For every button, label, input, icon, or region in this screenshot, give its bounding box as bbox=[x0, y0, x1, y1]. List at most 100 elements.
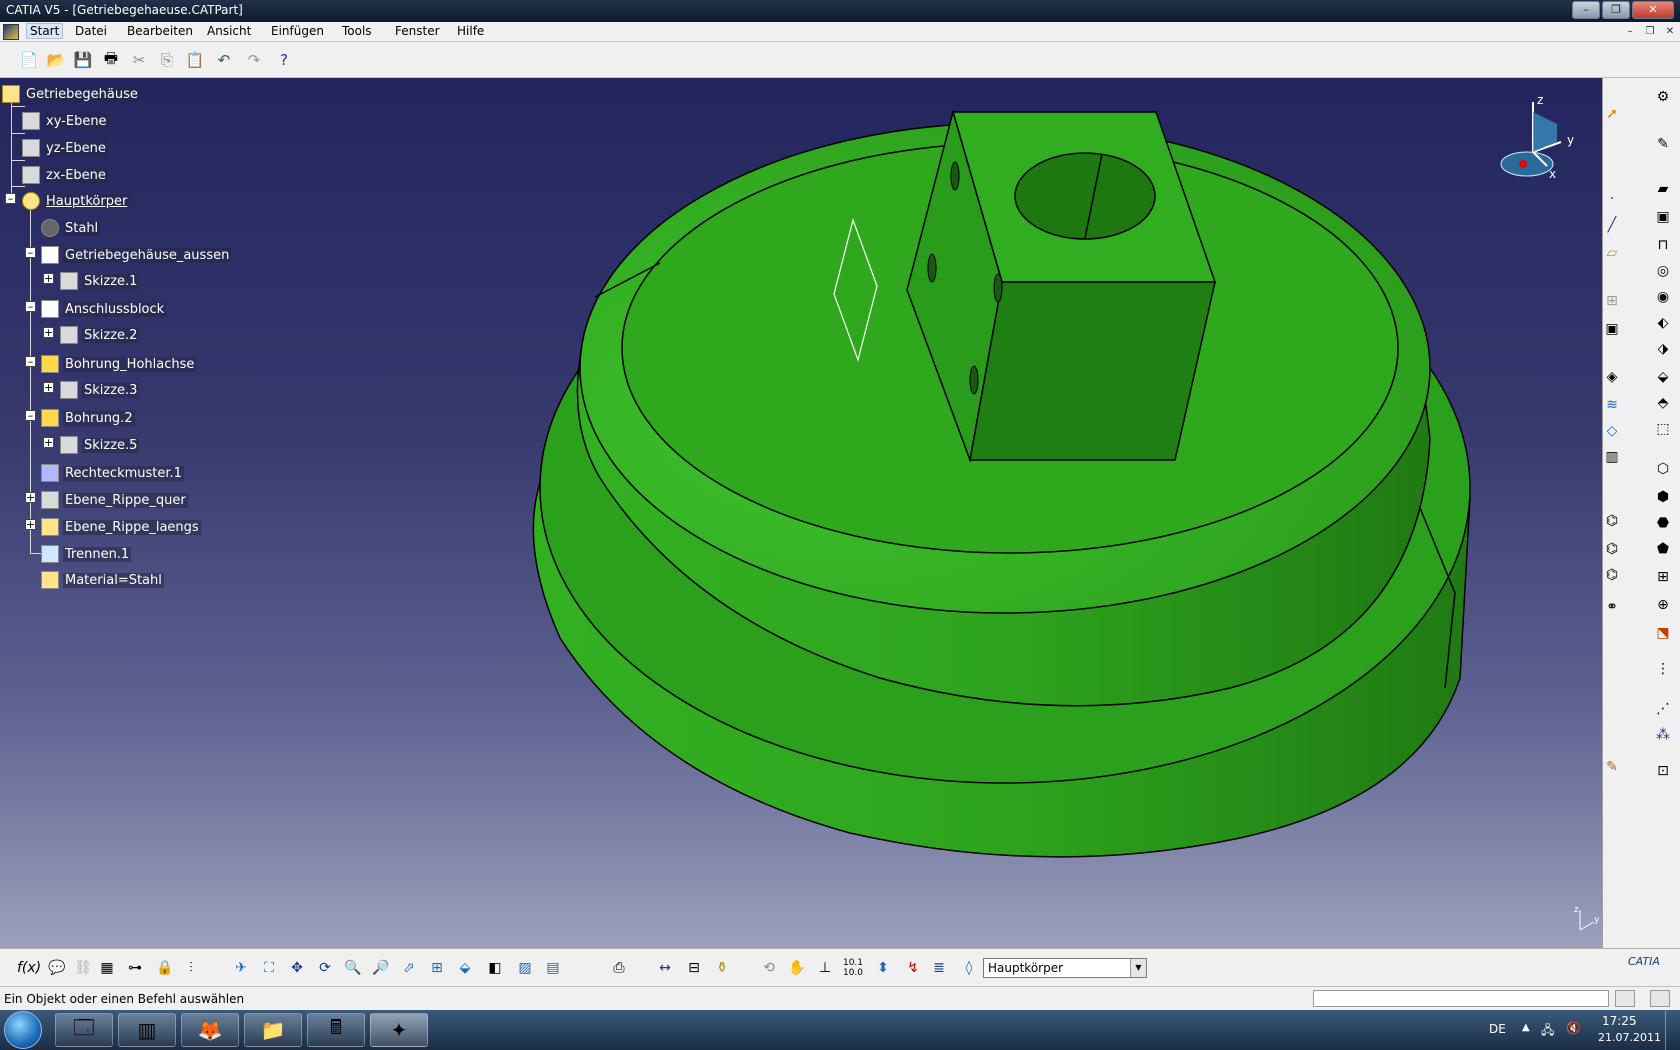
command-button[interactable] bbox=[1615, 990, 1635, 1007]
whats-this-help-icon[interactable]: ? bbox=[273, 49, 295, 71]
clock-date[interactable]: 21.07.2011 bbox=[1598, 1031, 1661, 1044]
zoom-in-icon[interactable]: 🔍 bbox=[342, 957, 364, 979]
3d-viewport[interactable]: Getriebegehäuse xy-Ebene yz-Ebene zx-Ebe… bbox=[0, 78, 1602, 948]
sketcher-settings-icon[interactable]: ⚙ bbox=[1652, 86, 1674, 108]
slot-icon[interactable]: ⬗ bbox=[1652, 338, 1674, 360]
new-icon[interactable]: 📄 bbox=[18, 49, 40, 71]
doc-restore-icon[interactable]: ❐ bbox=[1643, 25, 1657, 39]
tree-node-material-assignment[interactable]: Material=Stahl bbox=[41, 570, 164, 590]
tree-node-hole-hollow-axis[interactable]: Bohrung_Hohlachse bbox=[41, 354, 197, 374]
pocket-icon[interactable]: ▣ bbox=[1652, 206, 1674, 228]
menu-datei[interactable]: Datei bbox=[75, 24, 107, 38]
annotation-icon[interactable]: ✎ bbox=[1601, 756, 1623, 778]
current-body-select[interactable]: Hauptkörper ▼ bbox=[983, 958, 1147, 978]
tree-node-zx-plane[interactable]: zx-Ebene bbox=[22, 165, 108, 185]
hole-tool-icon[interactable]: ◉ bbox=[1652, 286, 1674, 308]
3d-axis-icon[interactable]: ⬍ bbox=[872, 957, 894, 979]
doc-minimize-icon[interactable]: – bbox=[1623, 25, 1637, 39]
dimension-icon[interactable]: ↯ bbox=[902, 957, 924, 979]
tree-node-main-body[interactable]: Hauptkörper bbox=[22, 191, 130, 211]
measure-between-icon[interactable]: ↔ bbox=[654, 957, 676, 979]
constraint-icon[interactable]: ⚭ bbox=[1601, 596, 1623, 618]
taskbar-explorer-icon[interactable]: 🗔 bbox=[55, 1013, 113, 1047]
pad-tool-icon[interactable]: ▰ bbox=[1652, 178, 1674, 200]
tree-node-xy-plane[interactable]: xy-Ebene bbox=[22, 111, 109, 131]
zoom-out-icon[interactable]: 🔎 bbox=[370, 957, 392, 979]
tree-node-plane-rib-cross[interactable]: Ebene_Rippe_quer bbox=[41, 490, 188, 510]
expand-toggle[interactable]: + bbox=[43, 437, 54, 448]
thickness-icon[interactable]: ⬢ bbox=[1652, 486, 1674, 508]
hide-show-icon[interactable]: ▨ bbox=[514, 957, 536, 979]
maximize-button[interactable]: ❐ bbox=[1602, 1, 1630, 19]
sketch-tool-icon[interactable]: ▣ bbox=[1601, 318, 1623, 340]
formula-icon[interactable]: f(x) bbox=[17, 957, 41, 979]
point-icon[interactable]: · bbox=[1601, 188, 1623, 210]
catalog-icon[interactable]: ⊶ bbox=[124, 957, 146, 979]
command-input[interactable] bbox=[1313, 990, 1609, 1007]
tree-node-sketch-3[interactable]: Skizze.3 bbox=[60, 380, 140, 400]
menu-ansicht[interactable]: Ansicht bbox=[207, 24, 251, 38]
multi-view-icon[interactable]: ⊞ bbox=[426, 957, 448, 979]
taskbar-folder-icon[interactable]: 📁 bbox=[244, 1013, 302, 1047]
layer-icon[interactable]: ◊ bbox=[958, 957, 980, 979]
expand-toggle[interactable]: + bbox=[43, 327, 54, 338]
menu-fenster[interactable]: Fenster bbox=[395, 24, 440, 38]
iso-view-icon[interactable]: ⬙ bbox=[454, 957, 476, 979]
fillet-icon[interactable]: ⬙ bbox=[1652, 366, 1674, 388]
doc-close-icon[interactable]: ✕ bbox=[1663, 25, 1677, 39]
boolean-icon[interactable]: ◈ bbox=[1601, 366, 1623, 388]
line-icon[interactable]: ╱ bbox=[1601, 214, 1623, 236]
tree-node-material-stahl[interactable]: Stahl bbox=[41, 218, 101, 238]
catia-app-icon[interactable] bbox=[3, 24, 19, 40]
collapse-toggle[interactable]: – bbox=[25, 301, 36, 312]
fly-mode-icon[interactable]: ✈ bbox=[230, 957, 252, 979]
tree-node-pad-outer[interactable]: Getriebegehäuse_aussen bbox=[41, 245, 232, 265]
network-icon[interactable]: 🖧 bbox=[1541, 1021, 1554, 1042]
normal-view-icon[interactable]: ⬀ bbox=[398, 957, 420, 979]
shell-icon[interactable]: ⬡ bbox=[1652, 458, 1674, 480]
tree-node-hole-2[interactable]: Bohrung.2 bbox=[41, 408, 135, 428]
expand-toggle[interactable]: + bbox=[43, 382, 54, 393]
language-indicator[interactable]: DE bbox=[1489, 1022, 1506, 1036]
clock-time[interactable]: 17:25 bbox=[1602, 1014, 1637, 1028]
grab-icon[interactable]: ✋ bbox=[786, 957, 808, 979]
thick-surface-icon[interactable]: ◇ bbox=[1601, 420, 1623, 442]
undo-icon[interactable]: ↶ bbox=[213, 49, 235, 71]
menu-bearbeiten[interactable]: Bearbeiten bbox=[127, 24, 193, 38]
taskbar-firefox-icon[interactable]: 🦊 bbox=[181, 1013, 239, 1047]
rib-icon[interactable]: ⬖ bbox=[1652, 312, 1674, 334]
scale-icon[interactable]: ⊡ bbox=[1652, 760, 1674, 782]
axis-icon[interactable]: ⊥ bbox=[814, 957, 836, 979]
taskbar-calculator-icon[interactable]: 🖩 bbox=[307, 1013, 365, 1047]
tree-node-split[interactable]: Trennen.1 bbox=[41, 544, 132, 564]
menu-einfuegen[interactable]: Einfügen bbox=[271, 24, 324, 38]
expand-toggle[interactable]: + bbox=[25, 519, 36, 530]
taskbar-window-icon[interactable]: ▥ bbox=[118, 1013, 176, 1047]
tree-node-connection-block[interactable]: Anschlussblock bbox=[41, 299, 167, 319]
plane-tool-icon[interactable]: ▱ bbox=[1601, 242, 1623, 264]
save-icon[interactable]: 💾 bbox=[72, 49, 94, 71]
chamfer-icon[interactable]: ⬘ bbox=[1652, 392, 1674, 414]
chevron-down-icon[interactable]: ▼ bbox=[1130, 959, 1146, 977]
rotate-view-icon[interactable]: ⟳ bbox=[314, 957, 336, 979]
circ-pattern-icon[interactable]: ⋰ bbox=[1652, 698, 1674, 720]
paste-icon[interactable]: 📋 bbox=[184, 49, 206, 71]
tree-node-plane-rib-long[interactable]: Ebene_Rippe_laengs bbox=[41, 517, 201, 537]
copy-icon[interactable]: ⎘ bbox=[156, 49, 178, 71]
collapse-toggle[interactable]: – bbox=[25, 356, 36, 367]
menu-start[interactable]: Start bbox=[26, 23, 64, 39]
shaft-icon[interactable]: ⊓ bbox=[1652, 234, 1674, 256]
print-icon[interactable]: 🖶 bbox=[100, 49, 122, 71]
rotate-icon[interactable]: ⊕ bbox=[1652, 594, 1674, 616]
render-style-icon[interactable]: ◧ bbox=[484, 957, 506, 979]
tree-node-sketch-5[interactable]: Skizze.5 bbox=[60, 435, 140, 455]
snap-grid-icon[interactable]: 10.1 10.0 bbox=[842, 957, 864, 979]
groove-icon[interactable]: ◎ bbox=[1652, 260, 1674, 282]
rect-pattern-icon[interactable]: ⋮ bbox=[1652, 658, 1674, 680]
volume-icon[interactable]: 🔇 bbox=[1566, 1021, 1581, 1035]
menu-hilfe[interactable]: Hilfe bbox=[457, 24, 484, 38]
user-pattern-icon[interactable]: ⁂ bbox=[1652, 724, 1674, 746]
measure-inertia-icon[interactable]: ⚱ bbox=[711, 957, 733, 979]
tools-button[interactable] bbox=[1650, 990, 1670, 1007]
expand-toggle[interactable]: + bbox=[43, 273, 54, 284]
